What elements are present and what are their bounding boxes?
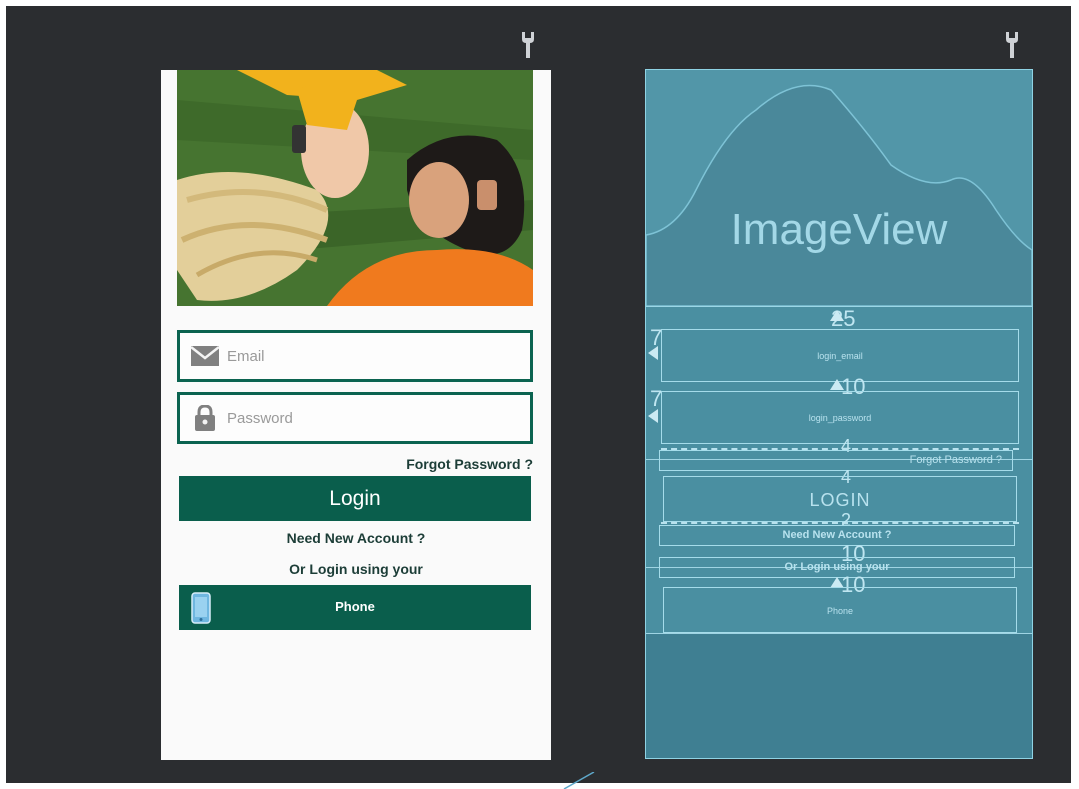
phone-button-label: Phone xyxy=(335,599,375,614)
blueprint-empty-area xyxy=(646,633,1032,758)
baseline-guide xyxy=(661,522,1019,524)
blueprint-imageview[interactable]: ImageView xyxy=(646,70,1032,307)
blueprint-need-account[interactable]: Need New Account ? xyxy=(659,525,1015,546)
phone-login-button[interactable]: Phone xyxy=(179,585,531,630)
password-input[interactable] xyxy=(225,404,519,432)
blueprint-forgot-password[interactable]: Forgot Password ? xyxy=(659,450,1013,471)
password-field[interactable] xyxy=(177,392,533,444)
wrench-icon[interactable] xyxy=(1003,30,1021,60)
blueprint-login-button[interactable]: LOGIN xyxy=(663,476,1017,522)
mountain-placeholder-icon xyxy=(646,84,1032,306)
constraint-arrow-icon xyxy=(830,310,844,321)
blueprint-password-field[interactable]: login_password xyxy=(661,391,1019,444)
forgot-password-link[interactable]: Forgot Password ? xyxy=(406,456,533,472)
email-input[interactable] xyxy=(225,342,519,370)
resize-handle-icon[interactable] xyxy=(560,772,600,789)
blueprint-or-login: Or Login using your xyxy=(659,557,1015,578)
design-view-screen: Forgot Password ? Login Need New Account… xyxy=(161,70,551,760)
envelope-icon xyxy=(190,346,220,366)
blueprint-email-field[interactable]: login_email xyxy=(661,329,1019,382)
login-button[interactable]: Login xyxy=(179,476,531,521)
blueprint-phone-button[interactable]: Phone xyxy=(663,587,1017,633)
need-new-account-link[interactable]: Need New Account ? xyxy=(161,530,551,546)
email-field[interactable] xyxy=(177,330,533,382)
wrench-icon[interactable] xyxy=(519,30,537,60)
or-login-using-label: Or Login using your xyxy=(289,561,423,577)
lock-icon xyxy=(195,405,215,431)
imageview-label: ImageView xyxy=(730,205,948,254)
header-photo xyxy=(177,70,533,306)
constraint-arrow-icon xyxy=(648,346,658,360)
blueprint-view-screen: ImageView 25 7 login_email 10 7 login_pa… xyxy=(645,69,1033,759)
constraint-arrow-icon xyxy=(830,379,844,390)
constraint-arrow-icon xyxy=(648,409,658,423)
